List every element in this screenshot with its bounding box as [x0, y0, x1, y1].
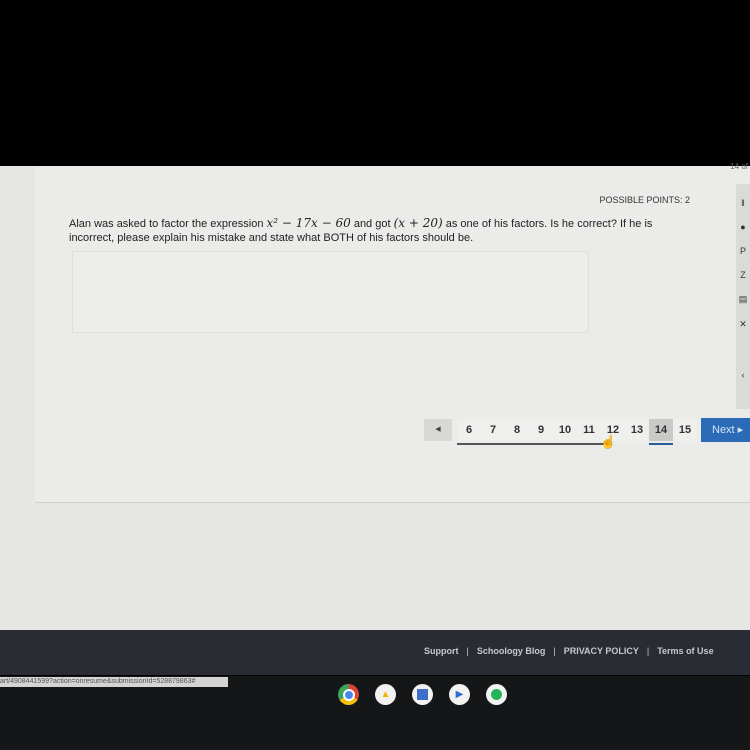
tool-icon[interactable]: ●	[736, 222, 750, 232]
tool-icon[interactable]: ▤	[736, 294, 750, 305]
status-url: art/4908441599?action=onresume&submissio…	[0, 677, 228, 687]
page-7[interactable]: 7	[481, 419, 505, 441]
page-indicator: 14 of	[730, 162, 748, 171]
play-app-icon[interactable]: ▶	[449, 684, 470, 705]
tool-icon[interactable]: Z	[736, 270, 750, 280]
privacy-link[interactable]: PRIVACY POLICY	[564, 646, 639, 656]
tool-icon[interactable]: ✕	[736, 319, 750, 330]
browser-viewport: POSSIBLE POINTS: 2 Alan was asked to fac…	[0, 162, 750, 630]
page-8[interactable]: 8	[505, 419, 529, 441]
pagination: ◀ 6 7 8 9 10 11 12 13 14 15	[424, 419, 697, 445]
terms-link[interactable]: Terms of Use	[657, 646, 713, 656]
page-15[interactable]: 15	[673, 419, 697, 441]
answered-progress-line	[457, 443, 607, 445]
page-10[interactable]: 10	[553, 419, 577, 441]
math-expression: x² − 17x − 60	[266, 216, 351, 230]
question-text-part: Alan was asked to factor the expression	[69, 218, 267, 230]
footer-links: Support | Schoology Blog | PRIVACY POLICY | Te…	[424, 646, 714, 656]
question-text: Alan was asked to factor the expression …	[69, 216, 694, 245]
blog-link[interactable]: Schoology Blog	[477, 646, 546, 656]
next-button[interactable]: Next ▸	[701, 418, 750, 442]
chrome-icon[interactable]	[338, 684, 359, 705]
hand-cursor-icon: ☝	[600, 434, 617, 449]
support-link[interactable]: Support	[424, 646, 459, 656]
question-card: POSSIBLE POINTS: 2 Alan was asked to fac…	[35, 166, 750, 503]
drive-icon[interactable]: ▲	[375, 684, 396, 705]
shelf-apps: ▲ ▶	[338, 684, 507, 705]
prev-page-button[interactable]: ◀	[424, 419, 452, 441]
whatsapp-icon[interactable]	[486, 684, 507, 705]
page-9[interactable]: 9	[529, 419, 553, 441]
answer-textarea[interactable]	[72, 251, 589, 333]
math-factor: (x + 20)	[393, 216, 443, 230]
footer: Support | Schoology Blog | PRIVACY POLICY | Te…	[0, 630, 750, 675]
question-text-part: and got	[350, 218, 394, 230]
side-toolbar: ‖ ● P Z ▤ ✕ ‹	[736, 184, 750, 409]
tool-icon[interactable]: P	[736, 246, 750, 256]
active-page-indicator	[649, 443, 673, 445]
possible-points: POSSIBLE POINTS: 2	[599, 195, 690, 205]
collapse-icon[interactable]: ‹	[736, 370, 750, 380]
page-6[interactable]: 6	[457, 419, 481, 441]
page-13[interactable]: 13	[625, 419, 649, 441]
page-14-active[interactable]: 14	[649, 419, 673, 441]
page-11[interactable]: 11	[577, 419, 601, 441]
calendar-app-icon[interactable]	[412, 684, 433, 705]
tool-icon[interactable]: ‖	[736, 198, 750, 208]
